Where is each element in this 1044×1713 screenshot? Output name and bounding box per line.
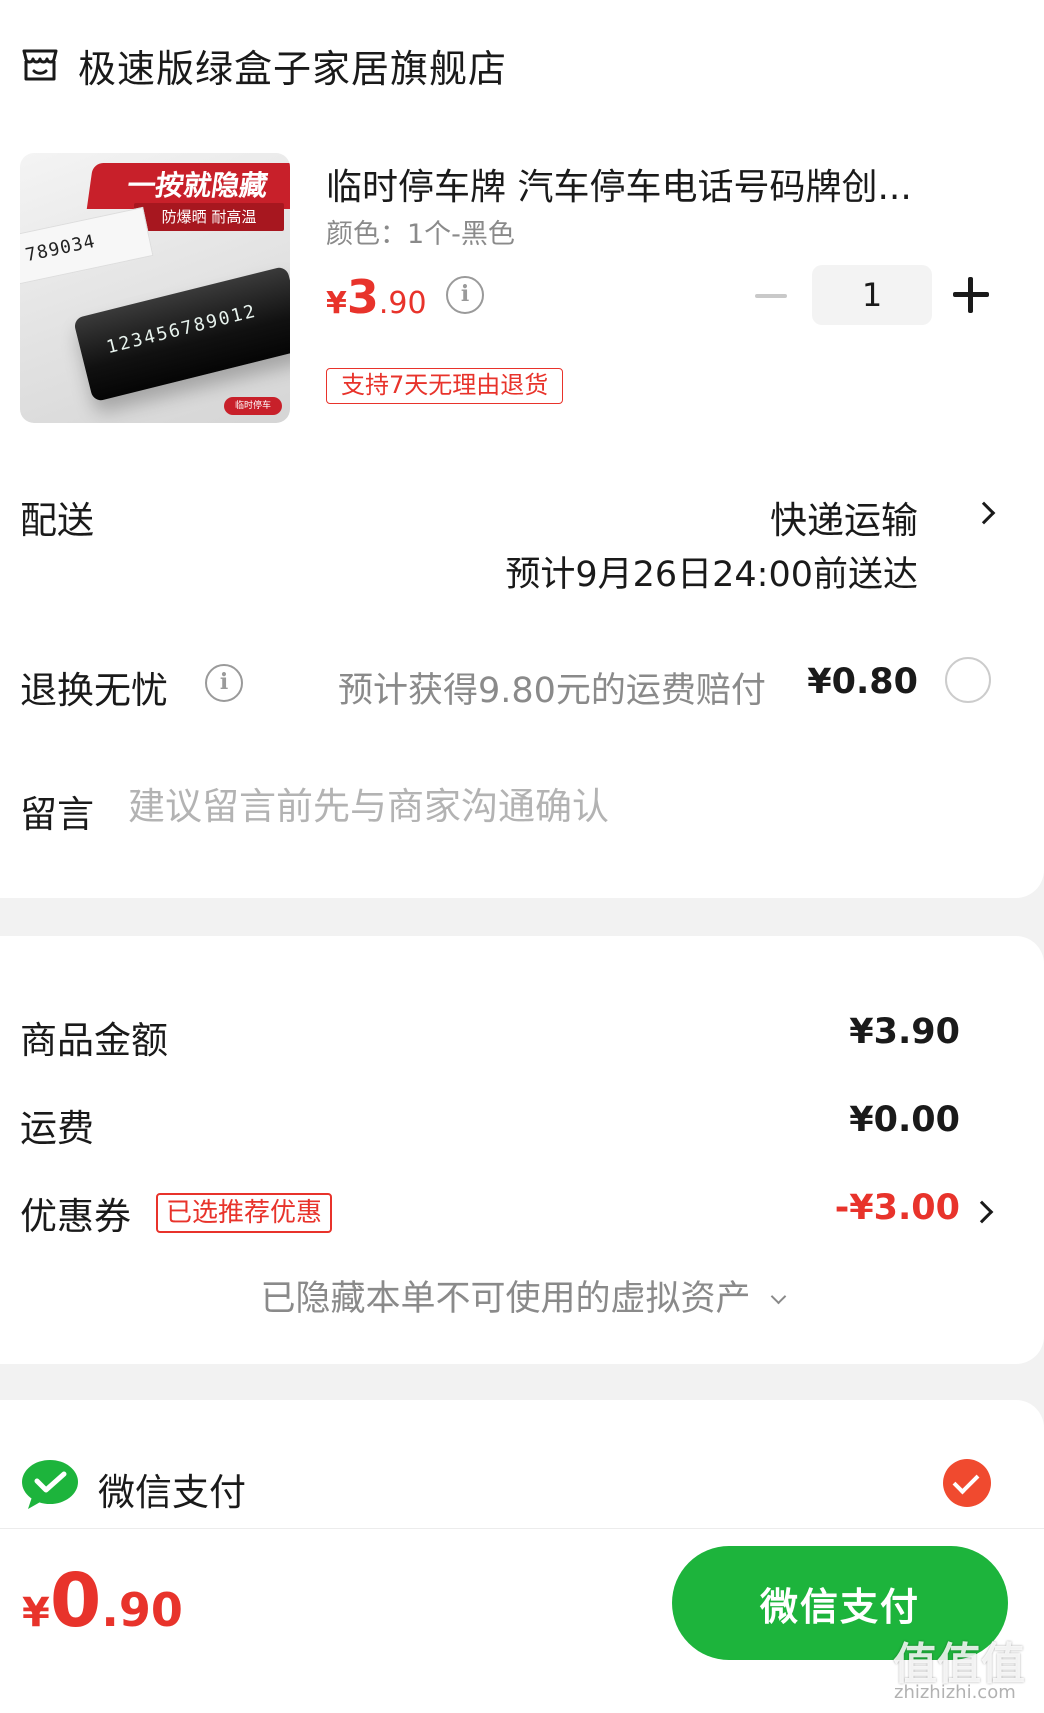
return-insurance-radio[interactable] (945, 657, 991, 703)
delivery-label: 配送 (20, 499, 94, 542)
total-price: ¥0.90 (22, 1558, 183, 1644)
product-image[interactable]: 一按就隐藏 防爆晒 耐高温 789034 123456789012 临时停车 (20, 153, 290, 423)
store-name: 极速版绿盒子家居旗舰店 (78, 46, 508, 91)
shipping-row: 运费 ¥0.00 (0, 1098, 1044, 1158)
return-policy-tag: 支持7天无理由退货 (326, 368, 564, 404)
wechat-pay-icon (22, 1460, 78, 1509)
quantity-input[interactable]: 1 (812, 265, 932, 325)
product-title[interactable]: 临时停车牌 汽车停车电话号码牌创... (326, 158, 966, 210)
hidden-assets-toggle[interactable]: 已隐藏本单不可使用的虚拟资产 (0, 1270, 1044, 1321)
coupon-value: -¥3.00 (834, 1188, 960, 1228)
total-decimal: .90 (101, 1583, 183, 1637)
shipping-value: ¥0.00 (849, 1100, 960, 1140)
product-image-logo: 临时停车 (224, 397, 282, 415)
coupon-label: 优惠券 (20, 1195, 131, 1238)
total-integer: 0 (49, 1558, 102, 1644)
return-insurance-price: ¥0.80 (807, 662, 918, 702)
watermark-url: zhizhizhi.com (894, 1682, 1016, 1703)
message-label: 留言 (20, 793, 94, 836)
return-insurance-description: 预计获得9.80元的运费赔付 (338, 671, 766, 711)
price-decimal: .90 (378, 286, 427, 321)
hidden-assets-text: 已隐藏本单不可使用的虚拟资产 (260, 1279, 751, 1319)
price-currency: ¥ (326, 286, 347, 321)
chevron-down-icon (770, 1288, 786, 1305)
goods-amount-value: ¥3.90 (849, 1012, 960, 1052)
store-header[interactable]: 极速版绿盒子家居旗舰店 (20, 40, 508, 91)
product-price: ¥3.90 (326, 270, 427, 324)
price-integer: 3 (346, 270, 379, 324)
product-image-device-digits: 123456789012 (104, 300, 259, 359)
return-insurance-label: 退换无忧 (20, 669, 168, 712)
product-image-strip-digits: 789034 (23, 230, 98, 267)
payment-method-label[interactable]: 微信支付 (98, 1462, 246, 1516)
order-confirm-page: 极速版绿盒子家居旗舰店 一按就隐藏 防爆晒 耐高温 789034 1234567… (0, 0, 1044, 1713)
delivery-eta: 预计9月26日24:00前送达 (505, 555, 918, 595)
price-info-icon[interactable]: i (446, 276, 484, 314)
delivery-method[interactable]: 快递运输 (770, 490, 918, 544)
total-currency: ¥ (22, 1590, 50, 1636)
order-card (0, 0, 1044, 898)
selected-check-icon[interactable] (943, 1459, 991, 1507)
quantity-decrease-button[interactable] (755, 294, 787, 298)
shipping-label: 运费 (20, 1107, 94, 1150)
goods-amount-label: 商品金额 (20, 1019, 168, 1062)
coupon-row[interactable]: 优惠券 已选推荐优惠 -¥3.00 (0, 1186, 1044, 1246)
message-input[interactable] (128, 778, 988, 834)
product-spec[interactable]: 颜色：1个-黑色 (326, 212, 515, 251)
coupon-tag: 已选推荐优惠 (156, 1193, 333, 1233)
info-icon[interactable]: i (205, 664, 243, 702)
product-image-subtitle: 防爆晒 耐高温 (134, 203, 284, 231)
quantity-increase-button[interactable] (953, 277, 989, 313)
product-image-strip: 789034 (20, 206, 154, 290)
goods-amount-row: 商品金额 ¥3.90 (0, 1010, 1044, 1070)
product-image-device: 123456789012 (72, 265, 290, 403)
shop-icon (22, 49, 58, 81)
